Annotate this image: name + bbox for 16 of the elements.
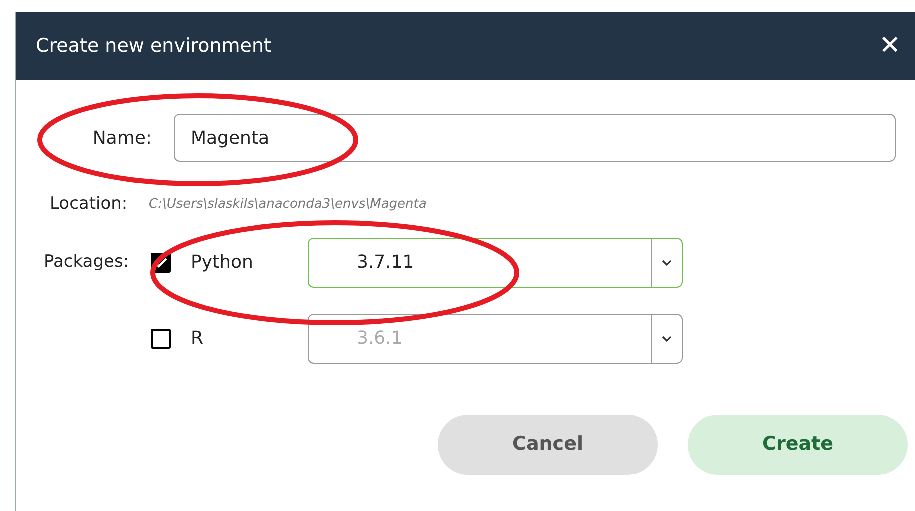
packages-label: Packages:	[43, 250, 130, 274]
version-dropdown[interactable]: 3.7.11	[308, 238, 683, 288]
chevron-down-icon	[661, 258, 673, 266]
name-label: Name:	[92, 126, 153, 150]
location-label: Location:	[49, 193, 129, 216]
version-value: 3.6.1	[356, 327, 404, 351]
window-title: Create new environment	[36, 34, 272, 59]
chevron-down-icon	[661, 334, 673, 342]
location-path: C:\Users\slaskils\anaconda3\envs\Magenta	[149, 196, 427, 214]
version-value: 3.7.11	[356, 251, 416, 275]
close-button[interactable]: ✕	[879, 33, 901, 59]
name-field[interactable]: Magenta	[174, 114, 896, 162]
package-label: R	[190, 327, 205, 351]
create-button[interactable]: Create	[688, 414, 908, 474]
cancel-button[interactable]: Cancel	[438, 414, 658, 474]
package-label: Python	[190, 251, 254, 275]
